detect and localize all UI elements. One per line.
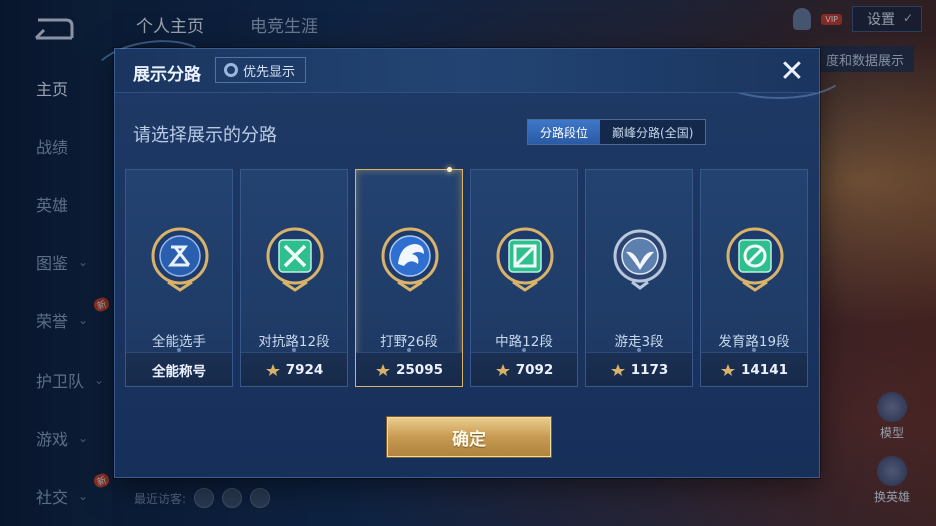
lane-card-value: 全能称号 — [152, 363, 206, 380]
divider-dot — [522, 348, 526, 352]
clash-lane-emblem-icon — [266, 227, 324, 292]
roam-emblem-icon — [613, 229, 667, 290]
rank-star-icon — [265, 363, 280, 376]
jungle-emblem-icon — [381, 227, 439, 292]
lane-card-value-bar: 1173 — [586, 348, 692, 386]
lane-card-clash[interactable]: 对抗路12段 7924 — [240, 169, 348, 387]
rank-star-icon — [721, 363, 736, 376]
lane-card-all-round[interactable]: 全能选手 全能称号 — [125, 169, 233, 387]
close-button[interactable]: ✕ — [777, 57, 807, 87]
segment-control: 分路段位 巅峰分路(全国) — [527, 119, 707, 145]
lane-card-jungle[interactable]: 打野26段 25095 — [355, 167, 463, 387]
segment-peak-lane[interactable]: 巅峰分路(全国) — [600, 120, 705, 144]
lane-card-name: 游走3段 — [614, 334, 664, 350]
lane-card-mid[interactable]: 中路12段 7092 — [470, 169, 578, 387]
mid-lane-emblem-icon — [496, 227, 554, 292]
priority-label: 优先显示 — [243, 64, 296, 80]
lane-display-dialog: 展示分路 优先显示 ✕ 请选择展示的分路 分路段位 巅峰分路(全国) 全能选手 … — [87, 32, 849, 478]
dialog-header: 展示分路 优先显示 ✕ — [115, 49, 819, 93]
rank-star-icon — [495, 363, 510, 376]
lane-card-value-bar: 全能称号 — [126, 348, 232, 386]
lane-card-name: 打野26段 — [380, 334, 438, 350]
lane-card-value-bar: 25095 — [356, 348, 462, 386]
rank-star-icon — [610, 363, 625, 376]
lane-card-name: 全能选手 — [152, 334, 206, 350]
lane-card-value: 25095 — [396, 361, 443, 378]
segment-lane-rank[interactable]: 分路段位 — [528, 120, 601, 144]
lane-card-farm[interactable]: 发育路19段 14141 — [700, 169, 808, 387]
divider-dot — [637, 348, 641, 352]
all-round-emblem-icon — [151, 227, 209, 292]
lane-card-value: 7924 — [285, 361, 324, 378]
lane-card-roam[interactable]: 游走3段 1173 — [585, 169, 693, 387]
confirm-button[interactable]: 确定 — [387, 417, 551, 457]
lane-card-value-bar: 7092 — [471, 348, 577, 386]
priority-display-button[interactable]: 优先显示 — [215, 57, 307, 83]
lane-card-value: 14141 — [741, 361, 788, 378]
dialog-subtitle: 请选择展示的分路 — [133, 125, 277, 146]
lane-card-value: 7092 — [515, 361, 554, 378]
dialog-title: 展示分路 — [133, 65, 201, 85]
lane-card-value: 1173 — [630, 361, 669, 378]
rank-star-icon — [376, 363, 391, 376]
lane-card-value-bar: 7924 — [241, 348, 347, 386]
divider-dot — [407, 348, 411, 352]
farm-lane-emblem-icon — [726, 227, 784, 292]
lane-card-name: 对抗路12段 — [258, 334, 330, 350]
lane-card-value-bar: 14141 — [701, 348, 807, 386]
lane-card-name: 发育路19段 — [718, 334, 790, 350]
divider-dot — [752, 348, 756, 352]
divider-dot — [177, 348, 181, 352]
lane-cards: 全能选手 全能称号 对抗路12段 7924 打野26段 25095 中路12段 … — [125, 167, 808, 387]
gear-icon — [224, 63, 238, 77]
divider-dot — [292, 348, 296, 352]
lane-card-name: 中路12段 — [495, 334, 553, 350]
